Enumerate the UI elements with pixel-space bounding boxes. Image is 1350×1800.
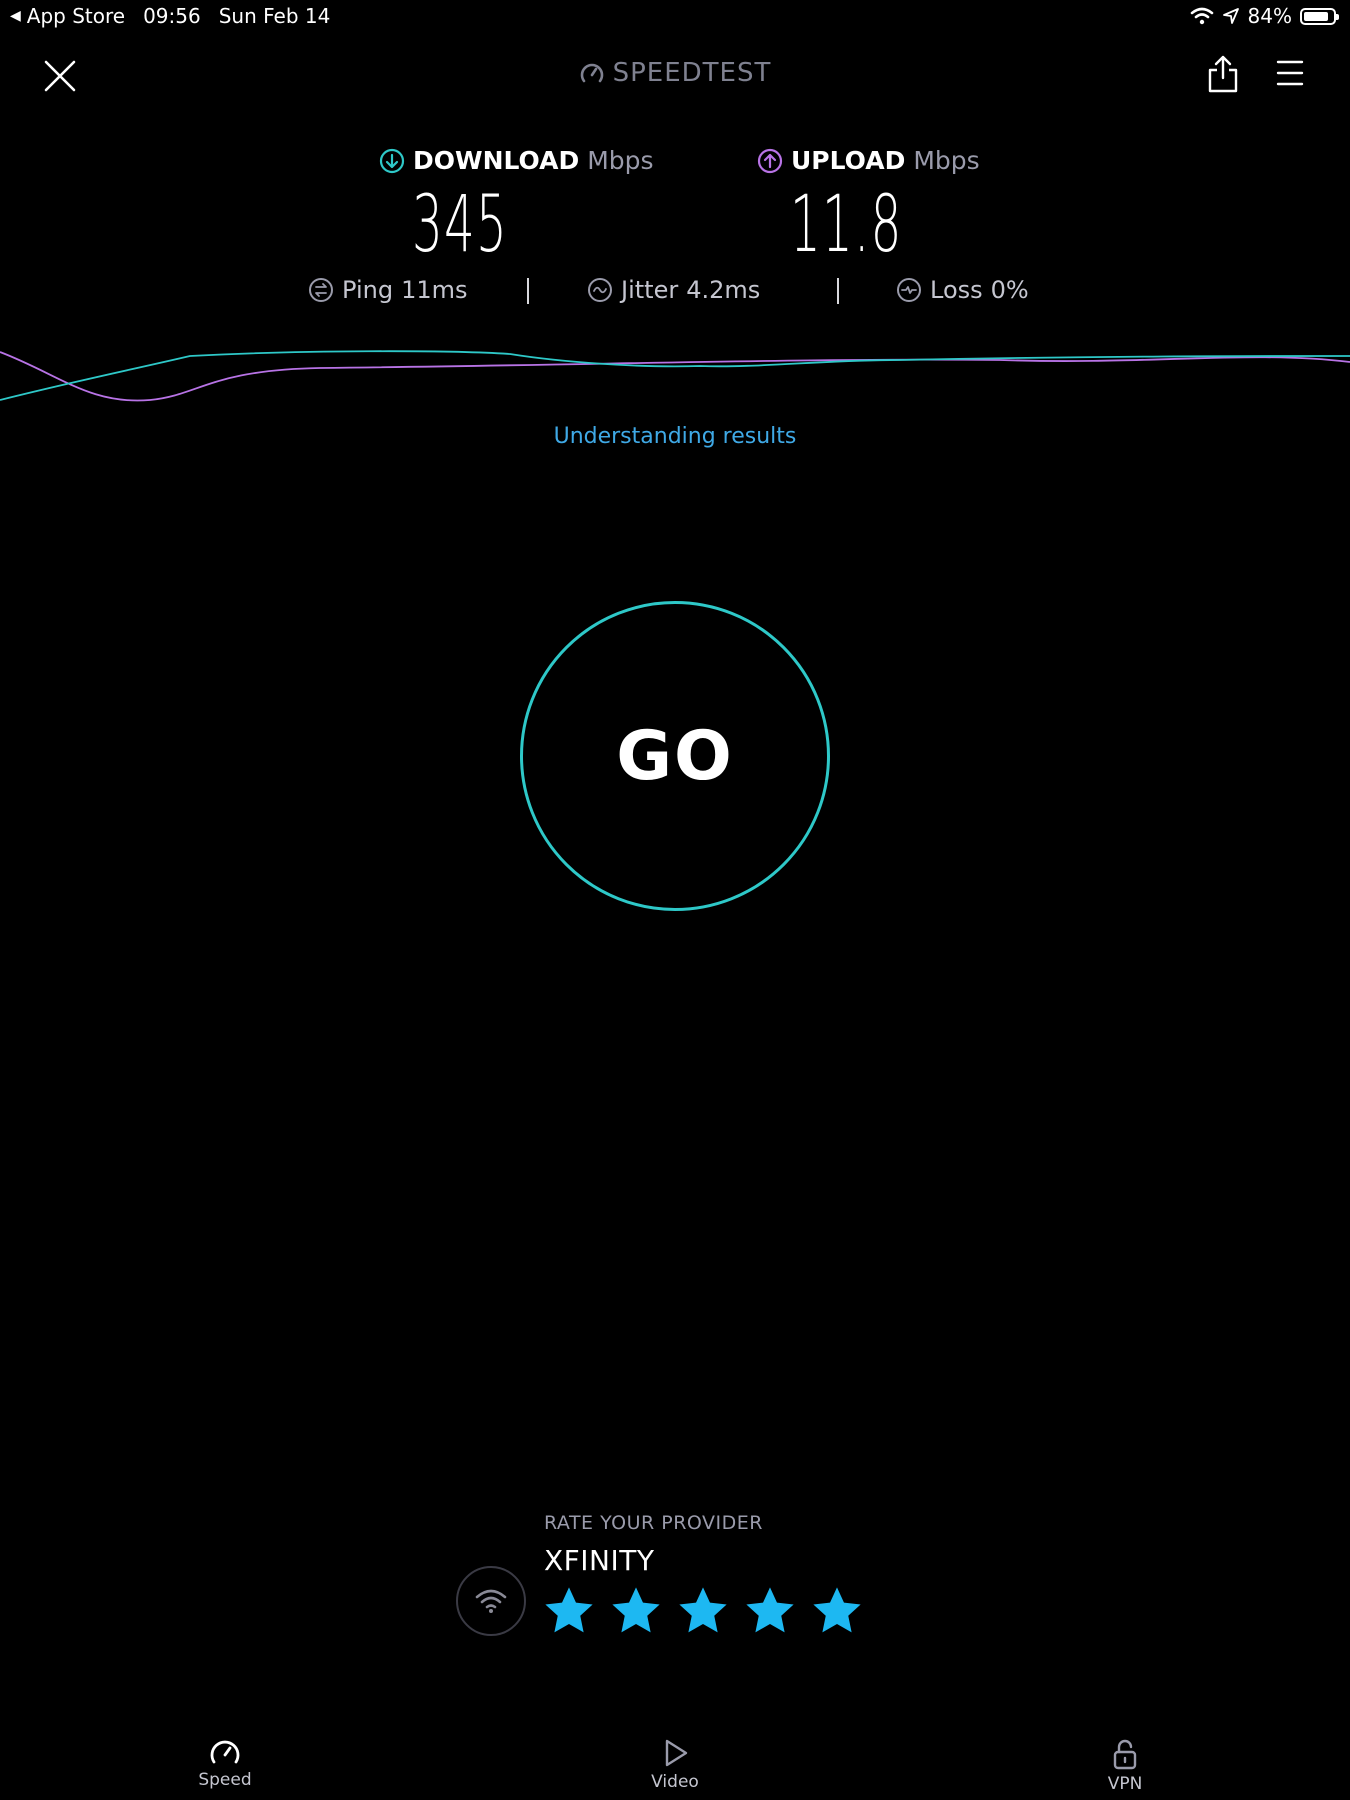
tab-vpn[interactable]: VPN — [1075, 1738, 1175, 1794]
stats-divider — [837, 278, 839, 304]
download-arrow-icon — [379, 148, 405, 173]
wifi-icon — [1190, 7, 1213, 25]
star-icon[interactable] — [810, 1584, 864, 1638]
star-icon[interactable] — [542, 1584, 596, 1638]
upload-arrow-icon — [757, 148, 783, 173]
location-arrow-icon — [1222, 8, 1239, 24]
status-indicators: 84% — [1190, 4, 1339, 28]
ping-icon — [309, 278, 333, 302]
lock-icon — [1113, 1739, 1137, 1770]
speed-graph — [0, 350, 1350, 402]
brand-name: SPEEDTEST — [612, 58, 772, 88]
menu-icon[interactable] — [1276, 58, 1304, 88]
download-unit: Mbps — [587, 146, 654, 175]
tab-label: VPN — [1107, 1774, 1143, 1794]
back-to-app-store[interactable]: ◀ App Store 09:56 Sun Feb 14 — [10, 4, 330, 28]
jitter-label: Jitter — [621, 276, 679, 304]
jitter-stat: Jitter 4.2ms — [587, 276, 760, 304]
ping-stat: Ping 11ms — [308, 276, 467, 304]
status-date: Sun Feb 14 — [218, 4, 331, 28]
status-bar: ◀ App Store 09:56 Sun Feb 14 84% — [0, 0, 1350, 32]
upload-header: UPLOAD Mbps — [757, 146, 980, 175]
ping-label: Ping — [342, 276, 394, 304]
tab-label: Speed — [198, 1770, 252, 1790]
upload-value: 11.8 — [790, 180, 903, 270]
share-icon[interactable] — [1205, 54, 1241, 94]
upload-unit: Mbps — [913, 146, 980, 175]
speedtest-screen: ◀ App Store 09:56 Sun Feb 14 84% SPEEDTE… — [0, 0, 1350, 1800]
download-header: DOWNLOAD Mbps — [379, 146, 654, 175]
provider-name: XFINITY — [544, 1544, 655, 1577]
tab-label: Video — [651, 1772, 699, 1792]
star-icon[interactable] — [609, 1584, 663, 1638]
download-value: 345 — [412, 180, 509, 270]
back-triangle-icon: ◀ — [10, 8, 21, 24]
loss-icon — [897, 278, 921, 302]
speedtest-logo: SPEEDTEST — [0, 58, 1350, 88]
understanding-results-link[interactable]: Understanding results — [0, 424, 1350, 449]
battery-percent: 84% — [1247, 4, 1292, 28]
star-icon[interactable] — [676, 1584, 730, 1638]
download-speed-line — [0, 350, 1350, 401]
ping-value: 11ms — [401, 276, 468, 304]
status-time: 09:56 — [143, 4, 201, 28]
speedometer-icon — [210, 1740, 240, 1764]
jitter-icon — [588, 278, 612, 302]
rating-stars — [542, 1584, 864, 1638]
upload-label: UPLOAD — [791, 146, 906, 175]
loss-value: 0% — [990, 276, 1029, 304]
jitter-value: 4.2ms — [686, 276, 761, 304]
upload-speed-line — [0, 351, 1350, 402]
download-label: DOWNLOAD — [413, 146, 580, 175]
battery-icon — [1300, 7, 1339, 25]
play-icon — [665, 1739, 688, 1767]
provider-wifi-badge — [456, 1566, 526, 1636]
tab-speed[interactable]: Speed — [175, 1738, 275, 1790]
back-app-label: App Store — [26, 4, 126, 28]
star-icon[interactable] — [743, 1584, 797, 1638]
stats-divider — [527, 278, 529, 304]
speedometer-icon — [580, 63, 603, 83]
go-label: GO — [616, 716, 734, 796]
rate-provider-label: RATE YOUR PROVIDER — [544, 1512, 763, 1534]
tab-video[interactable]: Video — [625, 1738, 725, 1792]
wifi-icon — [475, 1589, 507, 1613]
loss-stat: Loss 0% — [896, 276, 1029, 304]
loss-label: Loss — [930, 276, 983, 304]
go-button[interactable]: GO — [520, 601, 830, 911]
